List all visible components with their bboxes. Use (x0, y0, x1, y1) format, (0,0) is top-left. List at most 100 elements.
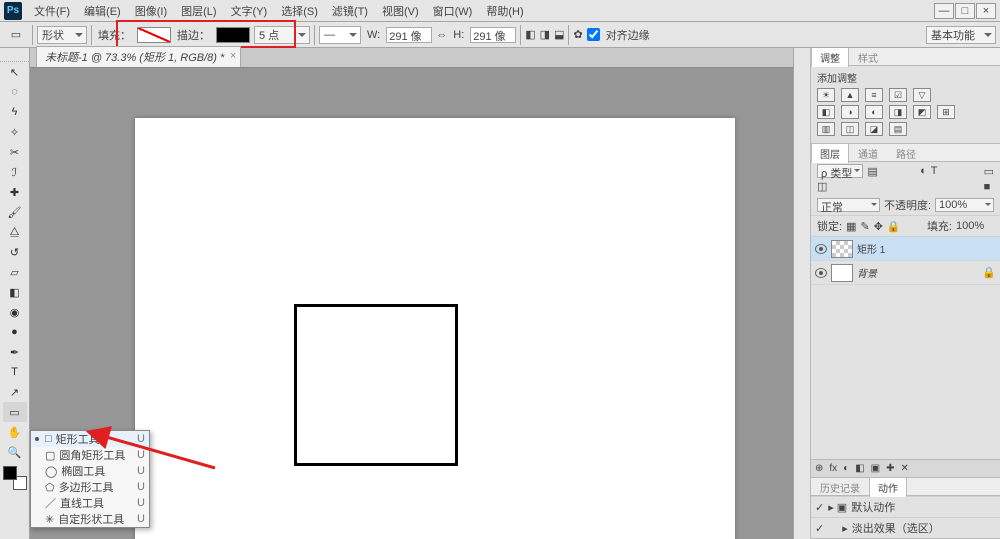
visibility-icon[interactable] (815, 268, 827, 278)
fg-color-swatch[interactable] (3, 466, 17, 480)
visibility-icon[interactable] (815, 244, 827, 254)
blend-mode-dropdown[interactable]: 正常 (817, 198, 880, 212)
adj-icon[interactable]: ⊞ (937, 105, 955, 119)
tab-layers[interactable]: 图层 (811, 143, 849, 163)
filter-pixels-icon[interactable]: ▤ (867, 165, 916, 178)
lock-paint-icon[interactable]: ✎ (860, 220, 869, 233)
filter-kind-dropdown[interactable]: ρ 类型 (817, 164, 863, 178)
layer-thumb[interactable] (831, 240, 853, 258)
filter-toggle[interactable]: ■ (984, 181, 994, 193)
menu-view[interactable]: 视图(V) (376, 1, 425, 21)
menu-type[interactable]: 文字(Y) (225, 1, 274, 21)
toolbox-grip[interactable] (0, 52, 29, 62)
adj-curves-icon[interactable]: ≡ (865, 88, 883, 102)
adj-icon[interactable]: ◨ (889, 105, 907, 119)
fill-opacity-input[interactable]: 100% (956, 220, 994, 232)
adj-icon[interactable]: ▥ (817, 122, 835, 136)
stroke-style-dropdown[interactable]: — (319, 26, 361, 44)
rectangle-shape[interactable] (294, 304, 458, 466)
dodge-tool[interactable]: ● (3, 322, 27, 342)
action-row[interactable]: ✓ ▸ 淡出效果（选区） (811, 517, 1000, 538)
stroke-width-dropdown[interactable]: 5 点 (254, 26, 310, 44)
path-op-3-icon[interactable]: ⬓ (554, 28, 564, 41)
menu-edit[interactable]: 编辑(E) (78, 1, 127, 21)
wand-tool[interactable]: ✧ (3, 122, 27, 142)
new-layer-icon[interactable]: ✚ (886, 463, 894, 474)
link-layers-icon[interactable]: ⊕ (815, 463, 823, 474)
heal-tool[interactable]: ✚ (3, 182, 27, 202)
lasso-tool[interactable]: ϟ (3, 102, 27, 122)
mask-icon[interactable]: ◐ (843, 463, 849, 474)
marquee-tool[interactable]: ◌ (3, 82, 27, 102)
eyedropper-tool[interactable]: ℐ (3, 162, 27, 182)
adj-icon[interactable]: ◐ (865, 105, 883, 119)
tab-styles[interactable]: 样式 (849, 47, 887, 67)
shape-tool[interactable]: ▭ (3, 402, 27, 422)
blur-tool[interactable]: ◉ (3, 302, 27, 322)
adj-icon[interactable]: ◫ (841, 122, 859, 136)
menu-window[interactable]: 窗口(W) (427, 1, 479, 21)
minimize-button[interactable]: — (934, 3, 954, 19)
stroke-swatch[interactable] (216, 27, 250, 43)
fx-icon[interactable]: fx (829, 463, 837, 474)
opacity-input[interactable]: 100% (935, 198, 994, 212)
adj-icon[interactable]: ◧ (817, 105, 835, 119)
tab-channels[interactable]: 通道 (849, 143, 887, 163)
width-input[interactable]: 291 像 (386, 27, 432, 43)
adj-icon[interactable]: ▤ (889, 122, 907, 136)
tab-adjustments[interactable]: 调整 (811, 47, 849, 67)
history-brush-tool[interactable]: ↺ (3, 242, 27, 262)
lock-pixels-icon[interactable]: ▦ (846, 220, 856, 233)
layer-row[interactable]: 矩形 1 (811, 237, 1000, 261)
link-icon[interactable]: ⇔ (436, 29, 447, 41)
flyout-rounded-rect[interactable]: ▢ 圆角矩形工具 U (31, 447, 149, 463)
flyout-custom-shape[interactable]: ✳ 自定形状工具 U (31, 511, 149, 527)
adj-brightness-icon[interactable]: ☀ (817, 88, 835, 102)
path-op-2-icon[interactable]: ◨ (540, 28, 550, 41)
filter-type-icon[interactable]: T (931, 165, 980, 177)
flyout-polygon[interactable]: ⬠ 多边形工具 U (31, 479, 149, 495)
action-row[interactable]: ✓ ▸ ▣ 默认动作 (811, 496, 1000, 517)
flyout-ellipse[interactable]: ◯ 椭圆工具 U (31, 463, 149, 479)
filter-adjust-icon[interactable]: ◐ (920, 165, 927, 177)
menu-layer[interactable]: 图层(L) (175, 1, 222, 21)
layer-row[interactable]: 背景 🔒 (811, 261, 1000, 285)
adj-icon[interactable]: ◪ (865, 122, 883, 136)
gradient-tool[interactable]: ◧ (3, 282, 27, 302)
tab-actions[interactable]: 动作 (869, 477, 907, 497)
close-tab-icon[interactable]: × (230, 50, 236, 62)
filter-shape-icon[interactable]: ▭ (984, 165, 994, 178)
menu-file[interactable]: 文件(F) (28, 1, 76, 21)
adj-icon[interactable]: ◑ (841, 105, 859, 119)
adj-levels-icon[interactable]: ▲ (841, 88, 859, 102)
height-input[interactable]: 291 像 (470, 27, 516, 43)
menu-help[interactable]: 帮助(H) (480, 1, 529, 21)
fill-swatch[interactable] (137, 27, 171, 43)
delete-layer-icon[interactable]: ✕ (901, 463, 909, 474)
layer-name[interactable]: 背景 (857, 265, 877, 280)
canvas[interactable] (135, 118, 735, 539)
workspace-switcher[interactable]: 基本功能 (926, 26, 996, 44)
zoom-tool[interactable]: 🔍 (3, 442, 27, 462)
lock-pos-icon[interactable]: ✥ (874, 220, 883, 233)
filter-smart-icon[interactable]: ◫ (817, 180, 863, 193)
type-tool[interactable]: T (3, 362, 27, 382)
lock-all-icon[interactable]: 🔒 (887, 220, 901, 233)
layer-thumb[interactable] (831, 264, 853, 282)
menu-image[interactable]: 图像(I) (129, 1, 173, 21)
shape-mode-dropdown[interactable]: 形状 (37, 26, 87, 44)
color-control[interactable] (3, 466, 27, 490)
tab-paths[interactable]: 路径 (887, 143, 925, 163)
adj-exposure-icon[interactable]: ☑ (889, 88, 907, 102)
hand-tool[interactable]: ✋ (3, 422, 27, 442)
menu-select[interactable]: 选择(S) (275, 1, 324, 21)
crop-tool[interactable]: ✂ (3, 142, 27, 162)
stamp-tool[interactable]: ⧋ (3, 222, 27, 242)
group-icon[interactable]: ▣ (871, 463, 880, 474)
path-op-1-icon[interactable]: ◧ (525, 28, 535, 41)
adj-icon[interactable]: ◩ (913, 105, 931, 119)
tab-history[interactable]: 历史记录 (811, 477, 869, 497)
pen-tool[interactable]: ✒ (3, 342, 27, 362)
brush-tool[interactable]: 🖌 (3, 202, 27, 222)
tool-preset-icon[interactable]: ▭ (4, 25, 28, 45)
